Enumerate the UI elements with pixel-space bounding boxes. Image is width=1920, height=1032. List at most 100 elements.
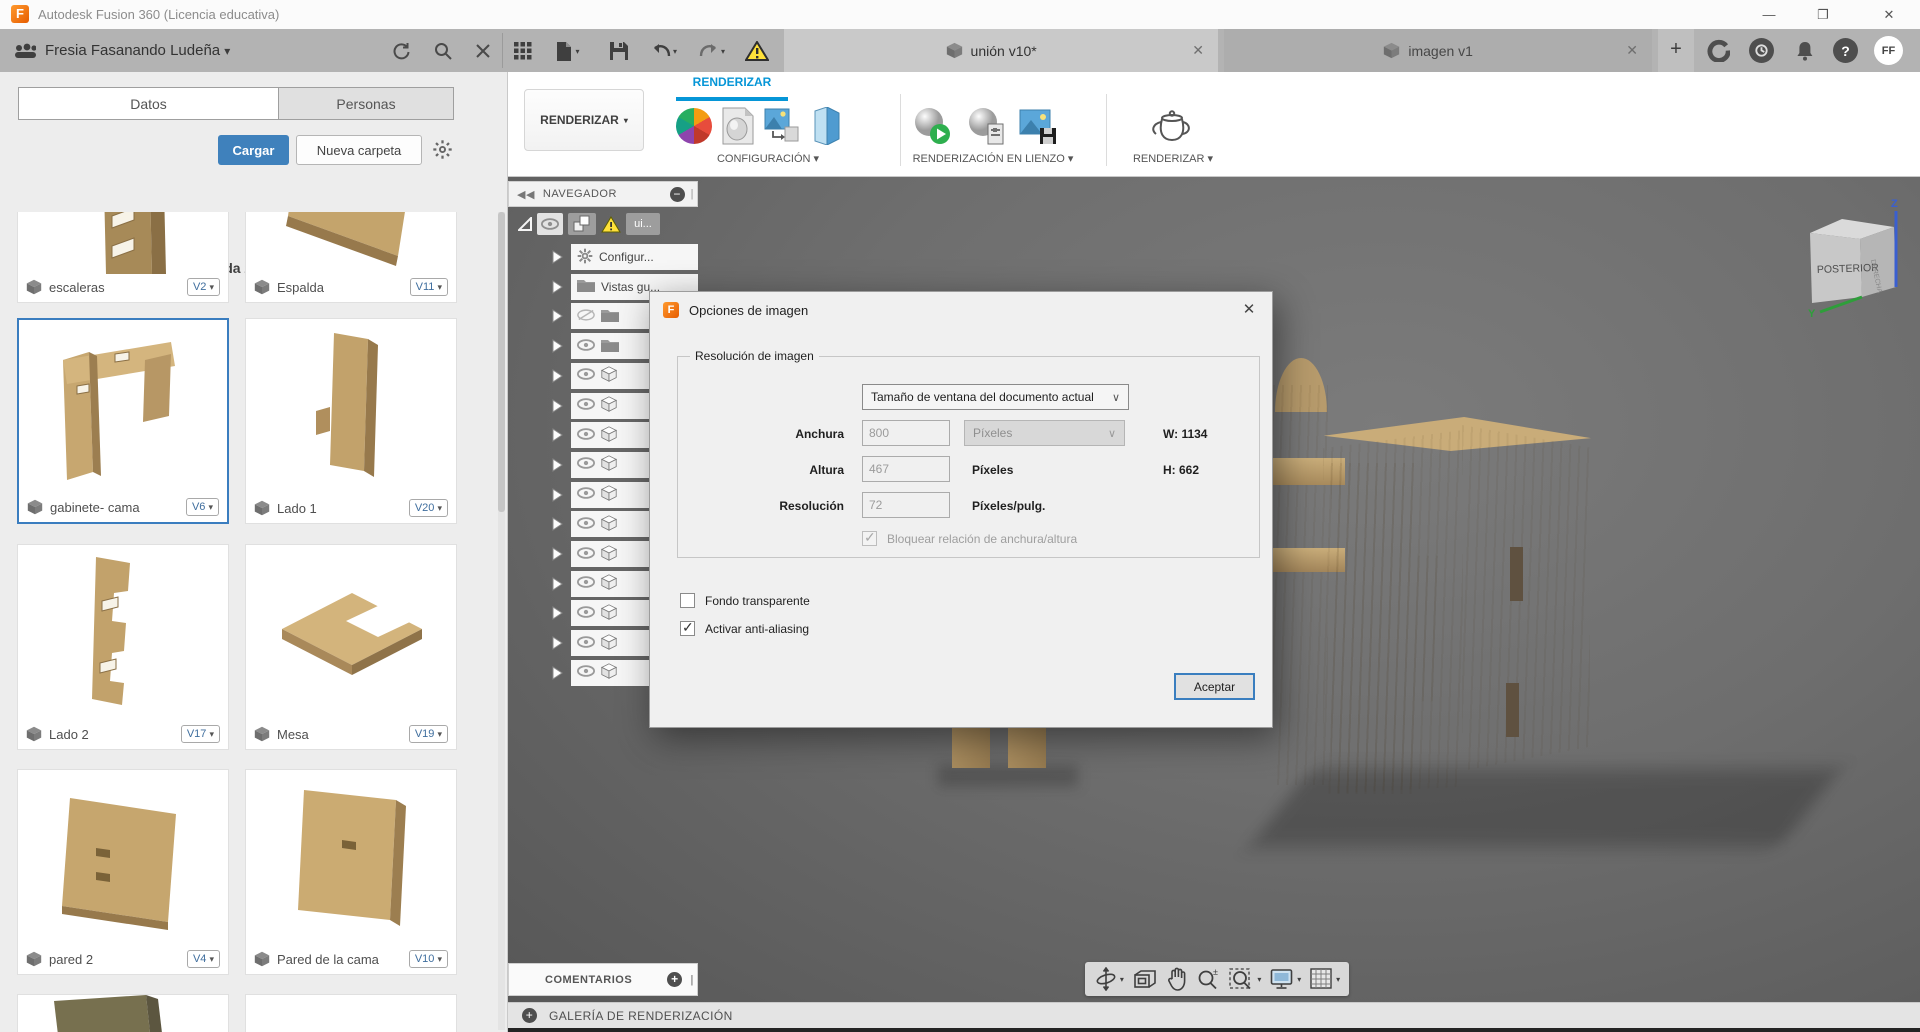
job-status-icon[interactable] [1749, 38, 1774, 63]
expand-arrow-icon[interactable] [552, 636, 563, 651]
expand-arrow-icon[interactable] [552, 517, 563, 532]
document-tab-union[interactable]: unión v10* ✕ [784, 29, 1218, 72]
version-dropdown[interactable]: V2 ▾ [186, 278, 220, 296]
eye-icon[interactable] [577, 368, 595, 383]
project-card-mesa[interactable]: Mesa V19 ▾ [245, 544, 457, 750]
eye-icon[interactable] [577, 338, 595, 354]
group-label-configuracion[interactable]: CONFIGURACIÓN ▾ [658, 152, 878, 165]
expand-arrow-icon[interactable] [552, 606, 563, 621]
eye-hidden-icon[interactable] [577, 309, 595, 324]
scene-settings-icon[interactable] [718, 105, 758, 147]
look-at-tool[interactable] [1133, 969, 1157, 989]
pan-tool[interactable] [1166, 967, 1188, 991]
project-card-pared-2[interactable]: pared 2 V4 ▾ [17, 769, 229, 975]
dialog-close-icon[interactable]: ✕ [1236, 298, 1262, 322]
undo-icon[interactable]: ▾ [646, 38, 682, 64]
version-dropdown[interactable]: V11 ▾ [409, 278, 448, 296]
eye-icon[interactable] [577, 665, 595, 680]
search-icon[interactable] [430, 38, 456, 64]
user-menu[interactable]: Fresia Fasanando Ludeña ▾ [45, 29, 230, 72]
zoom-tool[interactable]: ± [1196, 967, 1220, 991]
group-label-lienzo[interactable]: RENDERIZACIÓN EN LIENZO ▾ [898, 152, 1088, 165]
viewcube[interactable]: POSTERIOR DERECHA Z Y [1796, 195, 1916, 320]
help-icon[interactable]: ? [1833, 38, 1858, 63]
collapse-circle-icon[interactable]: − [669, 186, 685, 202]
version-dropdown[interactable]: V20 ▾ [408, 499, 448, 517]
eye-icon[interactable] [577, 606, 595, 621]
maximize-button[interactable]: ❐ [1800, 0, 1846, 29]
data-settings-gear-icon[interactable] [432, 139, 453, 165]
appearance-icon[interactable] [674, 105, 714, 147]
close-button[interactable]: ✕ [1866, 0, 1912, 29]
display-settings-tool[interactable]: ▾ [1270, 968, 1301, 990]
render-teapot-icon[interactable] [1144, 105, 1196, 147]
file-menu-icon[interactable]: ▾ [550, 38, 586, 64]
project-card-lado-1[interactable]: Lado 1 V20 ▾ [245, 318, 457, 524]
project-card-escaleras[interactable]: escaleras V2 ▾ [17, 212, 229, 303]
minimize-button[interactable]: — [1746, 0, 1792, 29]
render-in-canvas-icon[interactable] [912, 105, 952, 147]
expand-arrow-icon[interactable] [552, 279, 563, 294]
expand-arrow-icon[interactable] [552, 339, 563, 354]
resolution-input[interactable] [862, 492, 950, 518]
expand-arrow-icon[interactable] [552, 576, 563, 591]
document-tab-imagen[interactable]: imagen v1 ✕ [1224, 29, 1652, 72]
project-card-pared-de-la-cama[interactable]: Pared de la cama V10 ▾ [245, 769, 457, 975]
version-dropdown[interactable]: V17 ▾ [180, 725, 220, 743]
navigator-root-row[interactable]: ui... [518, 211, 698, 237]
new-folder-button[interactable]: Nueva carpeta [296, 135, 422, 165]
notifications-bell-icon[interactable] [1792, 38, 1817, 63]
project-card[interactable] [17, 994, 229, 1032]
tab-personas[interactable]: Personas [278, 87, 454, 120]
eye-icon[interactable] [577, 427, 595, 443]
project-card-espalda[interactable]: Espalda V11 ▾ [245, 212, 457, 303]
antialiasing-checkbox[interactable] [680, 619, 695, 636]
expand-arrow-icon[interactable] [552, 309, 563, 324]
version-dropdown[interactable]: V6 ▾ [185, 498, 219, 516]
expand-arrow-icon[interactable] [552, 487, 563, 502]
zoom-window-tool[interactable]: ▾ [1229, 967, 1261, 991]
eye-icon[interactable] [577, 576, 595, 591]
image-size-preset-select[interactable]: Tamaño de ventana del documento actual ∨ [862, 384, 1129, 410]
upload-button[interactable]: Cargar [218, 135, 289, 165]
eye-icon[interactable] [577, 517, 595, 532]
redo-icon[interactable]: ▾ [694, 38, 730, 64]
grid-layout-tool[interactable]: ▾ [1310, 968, 1340, 990]
close-panel-icon[interactable] [470, 38, 496, 64]
workspace-selector-button[interactable]: RENDERIZAR ▾ [524, 89, 644, 151]
height-input[interactable] [862, 456, 950, 482]
project-card[interactable] [245, 994, 457, 1032]
capture-image-icon[interactable] [1018, 105, 1058, 147]
expand-arrow-icon[interactable] [552, 665, 563, 680]
tab-close-icon[interactable]: ✕ [1192, 42, 1204, 59]
render-settings-icon[interactable] [966, 105, 1006, 147]
ribbon-tab-renderizar[interactable]: RENDERIZAR [676, 75, 788, 89]
expand-arrow-icon[interactable] [552, 368, 563, 383]
new-tab-button[interactable]: + [1658, 29, 1694, 72]
add-comment-icon[interactable]: + [667, 972, 683, 987]
eye-icon[interactable] [577, 635, 595, 651]
texture-map-icon[interactable] [806, 105, 846, 147]
render-gallery-bar[interactable]: + GALERÍA DE RENDERIZACIÓN [508, 1002, 1920, 1028]
eye-icon[interactable] [577, 457, 595, 472]
expand-arrow-icon[interactable] [552, 457, 563, 472]
expand-arrow-icon[interactable] [552, 250, 563, 264]
expand-arrow-icon[interactable] [552, 398, 563, 413]
version-dropdown[interactable]: V19 ▾ [408, 725, 448, 743]
expand-arrow-icon[interactable] [552, 428, 563, 443]
extensions-icon[interactable] [1706, 38, 1731, 63]
expand-arrow-icon[interactable] [552, 547, 563, 561]
refresh-icon[interactable] [388, 38, 414, 64]
group-label-renderizar[interactable]: RENDERIZAR ▾ [1108, 152, 1238, 165]
width-input[interactable] [862, 420, 950, 446]
accept-button[interactable]: Aceptar [1174, 673, 1255, 700]
tab-close-icon[interactable]: ✕ [1626, 42, 1638, 59]
user-avatar[interactable]: FF [1874, 36, 1903, 65]
decal-icon[interactable] [762, 105, 802, 147]
navigator-header[interactable]: ◀◀ NAVEGADOR − | [508, 181, 698, 207]
expand-gallery-icon[interactable]: + [522, 1008, 537, 1023]
transparent-background-checkbox[interactable] [680, 593, 695, 608]
eye-icon[interactable] [577, 487, 595, 502]
version-dropdown[interactable]: V10 ▾ [408, 950, 448, 968]
tab-datos[interactable]: Datos [18, 87, 279, 120]
